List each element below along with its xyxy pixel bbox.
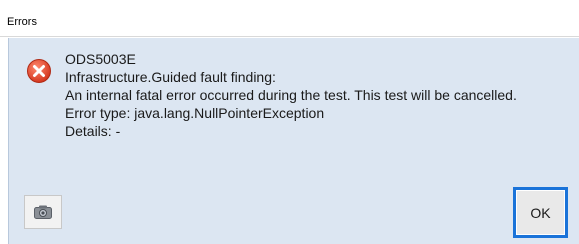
error-x-icon bbox=[27, 59, 51, 83]
background-window-fragment bbox=[0, 0, 579, 10]
error-source: Infrastructure.Guided fault finding: bbox=[65, 69, 276, 85]
screenshot-button[interactable] bbox=[24, 195, 62, 229]
ok-button[interactable]: OK bbox=[513, 187, 568, 238]
error-details: Details: - bbox=[65, 123, 121, 139]
error-message: ODS5003E Infrastructure.Guided fault fin… bbox=[65, 50, 517, 140]
ok-button-label: OK bbox=[516, 190, 565, 235]
title-bar: Errors bbox=[0, 10, 579, 37]
error-description: An internal fatal error occurred during … bbox=[65, 87, 517, 103]
error-code: ODS5003E bbox=[65, 51, 136, 67]
window-title: Errors bbox=[7, 16, 37, 28]
error-dialog-body: ODS5003E Infrastructure.Guided fault fin… bbox=[8, 38, 579, 244]
camera-icon bbox=[34, 205, 52, 219]
error-type: Error type: java.lang.NullPointerExcepti… bbox=[65, 105, 325, 121]
